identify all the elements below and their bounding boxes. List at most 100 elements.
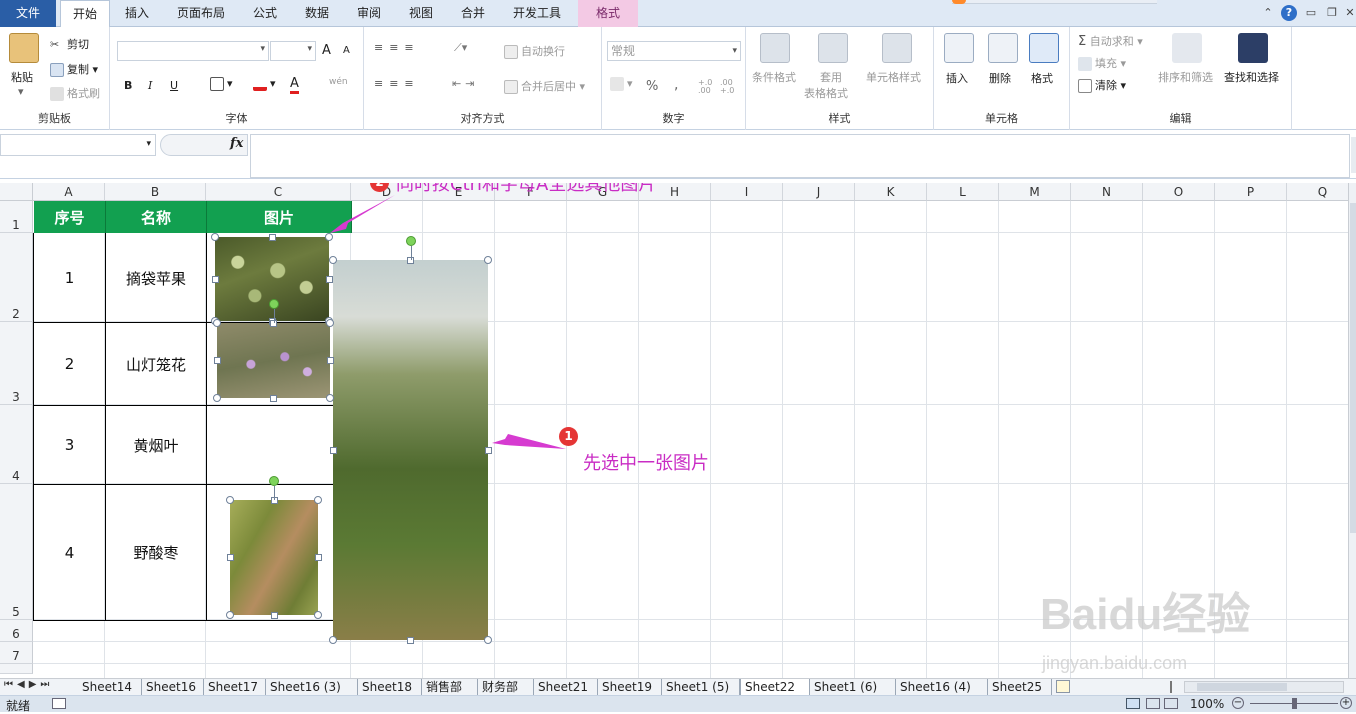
fill-button[interactable]: 填充 ▾ <box>1078 55 1126 71</box>
sheet-tab[interactable]: Sheet16 (3) <box>266 679 358 696</box>
indent-buttons[interactable]: ⇤⇥ <box>452 77 478 90</box>
minimize-icon[interactable]: ▭ <box>1303 5 1319 21</box>
group-clipboard: 粘贴 ▾ ✂ 剪切 复制 ▾ 格式刷 剪贴板 <box>0 27 110 130</box>
border-button[interactable]: ▾ <box>210 77 233 91</box>
merge-icon <box>504 80 518 94</box>
cut-button[interactable]: ✂ 剪切 <box>50 36 89 52</box>
tab-home[interactable]: 开始 <box>60 0 110 28</box>
autosum-button[interactable]: Σ 自动求和 ▾ <box>1078 33 1143 49</box>
sheet-tab[interactable]: Sheet1 (5) <box>662 679 740 696</box>
font-color-button[interactable]: A <box>290 77 299 94</box>
vertical-scrollbar[interactable] <box>1348 183 1356 678</box>
format-cells-icon <box>1029 33 1059 63</box>
restore-icon[interactable]: ❐ <box>1324 5 1340 21</box>
sheet-tab[interactable]: Sheet16 <box>142 679 204 696</box>
underline-button[interactable]: U <box>170 79 178 92</box>
vertical-scroll-thumb[interactable] <box>1350 203 1356 533</box>
formula-expand-icon[interactable] <box>1351 137 1356 173</box>
macro-record-icon[interactable] <box>52 698 66 709</box>
table-format-button-line2[interactable]: 表格格式 <box>804 85 848 101</box>
insert-sheet-icon[interactable] <box>1056 680 1070 693</box>
find-select-button[interactable]: 查找和选择 <box>1224 69 1279 85</box>
tab-formulas[interactable]: 公式 <box>244 0 286 27</box>
table-format-button-line1[interactable]: 套用 <box>820 69 842 85</box>
format-cells-button[interactable]: 格式 <box>1031 70 1053 86</box>
comma-button[interactable]: , <box>674 77 678 93</box>
shrink-font-button[interactable]: A <box>343 45 350 56</box>
insert-cells-button[interactable]: 插入 <box>946 70 968 86</box>
tab-page-layout[interactable]: 页面布局 <box>168 0 234 27</box>
bold-button[interactable]: B <box>124 79 132 92</box>
sheet-tab[interactable]: Sheet21 <box>534 679 598 696</box>
percent-button[interactable]: % <box>646 79 658 94</box>
sheet-tab-bar: ⏮◀▶⏭ Sheet14 Sheet16 Sheet17 Sheet16 (3) She… <box>0 678 1356 696</box>
format-painter-button[interactable]: 格式刷 <box>50 85 100 101</box>
cell-styles-button[interactable]: 单元格样式 <box>866 69 921 85</box>
sheet-tab[interactable]: 财务部 <box>478 679 534 696</box>
name-box[interactable]: ▾ <box>0 134 156 156</box>
insert-function-icon[interactable]: fx <box>230 136 243 151</box>
horizontal-align-buttons[interactable]: ≡≡≡ <box>374 77 420 90</box>
insert-cells-icon <box>944 33 974 63</box>
conditional-format-button[interactable]: 条件格式 <box>752 69 796 85</box>
alignment-group-label: 对齐方式 <box>460 112 505 125</box>
help-icon[interactable]: ? <box>1281 5 1297 21</box>
ribbon-collapse-icon[interactable]: ⌃ <box>1260 5 1276 21</box>
zoom-slider-thumb[interactable] <box>1292 698 1297 709</box>
paste-dropdown-icon[interactable]: ▾ <box>18 85 24 98</box>
editing-group-label: 编辑 <box>1169 112 1192 125</box>
tab-developer[interactable]: 开发工具 <box>504 0 570 27</box>
tab-data[interactable]: 数据 <box>296 0 338 27</box>
grow-font-button[interactable]: A <box>322 43 331 58</box>
sheet-tab[interactable]: Sheet18 <box>358 679 422 696</box>
sheet-nav-arrows[interactable]: ⏮◀▶⏭ <box>4 679 53 690</box>
styles-group-label: 样式 <box>828 112 851 125</box>
italic-button[interactable]: I <box>148 79 152 92</box>
close-icon[interactable]: ✕ <box>1342 5 1356 21</box>
clear-button[interactable]: 清除 ▾ <box>1078 77 1126 93</box>
sheet-tab[interactable]: Sheet1 (6) <box>810 679 896 696</box>
zoom-out-icon[interactable]: − <box>1232 697 1244 709</box>
sheet-tab[interactable]: Sheet14 <box>78 679 142 696</box>
sheet-tab[interactable]: Sheet22 <box>740 679 810 696</box>
zoom-level[interactable]: 100% <box>1190 697 1224 711</box>
vertical-align-buttons[interactable]: ≡≡≡ <box>374 41 420 54</box>
horizontal-scrollbar[interactable] <box>1184 681 1344 693</box>
tab-merge[interactable]: 合并 <box>452 0 494 27</box>
zoom-in-icon[interactable]: + <box>1340 697 1352 709</box>
copy-button[interactable]: 复制 ▾ <box>50 61 98 77</box>
cell-styles-icon <box>882 33 912 63</box>
wrap-text-button[interactable]: 自动换行 <box>504 43 565 59</box>
sort-filter-button[interactable]: 排序和筛选 <box>1158 69 1213 85</box>
page-layout-view-icon[interactable] <box>1146 698 1160 709</box>
sheet-tab[interactable]: Sheet17 <box>204 679 266 696</box>
worksheet-grid[interactable]: ABCDEFGHIJKLMNOPQ 1234567 序号 名称 图片 1 摘袋苹… <box>0 183 1348 678</box>
fill-color-button[interactable]: ▾ <box>253 77 276 91</box>
horizontal-scroll-thumb[interactable] <box>1197 683 1287 691</box>
paste-icon[interactable] <box>9 33 39 63</box>
sheet-tab[interactable]: Sheet16 (4) <box>896 679 988 696</box>
font-name-combo[interactable]: ▾ <box>117 41 269 61</box>
currency-button[interactable]: ▾ <box>610 77 633 91</box>
tab-split-handle[interactable] <box>1170 681 1178 693</box>
orientation-icon[interactable]: ⟋▾ <box>454 41 467 55</box>
decrease-decimal-button[interactable]: .00 +.0 <box>720 79 740 95</box>
page-break-view-icon[interactable] <box>1164 698 1178 709</box>
formula-input[interactable] <box>250 134 1350 178</box>
delete-cells-button[interactable]: 删除 <box>989 70 1011 86</box>
sheet-tab[interactable]: 销售部 <box>422 679 478 696</box>
phonetic-button[interactable]: wén <box>329 77 348 87</box>
number-format-combo[interactable]: 常规 ▾ <box>607 41 741 61</box>
tab-insert[interactable]: 插入 <box>114 0 160 27</box>
increase-decimal-button[interactable]: +.0 .00 <box>698 79 718 95</box>
tab-file[interactable]: 文件 <box>0 0 56 27</box>
font-size-combo[interactable]: ▾ <box>270 41 316 61</box>
sheet-tab[interactable]: Sheet25 <box>988 679 1052 696</box>
normal-view-icon[interactable] <box>1126 698 1140 709</box>
paste-button[interactable]: 粘贴 <box>11 69 33 85</box>
merge-center-button[interactable]: 合并后居中 ▾ <box>504 78 585 94</box>
sheet-tab[interactable]: Sheet19 <box>598 679 662 696</box>
tab-review[interactable]: 审阅 <box>348 0 390 27</box>
tab-format-context[interactable]: 格式 <box>578 0 638 27</box>
tab-view[interactable]: 视图 <box>400 0 442 27</box>
